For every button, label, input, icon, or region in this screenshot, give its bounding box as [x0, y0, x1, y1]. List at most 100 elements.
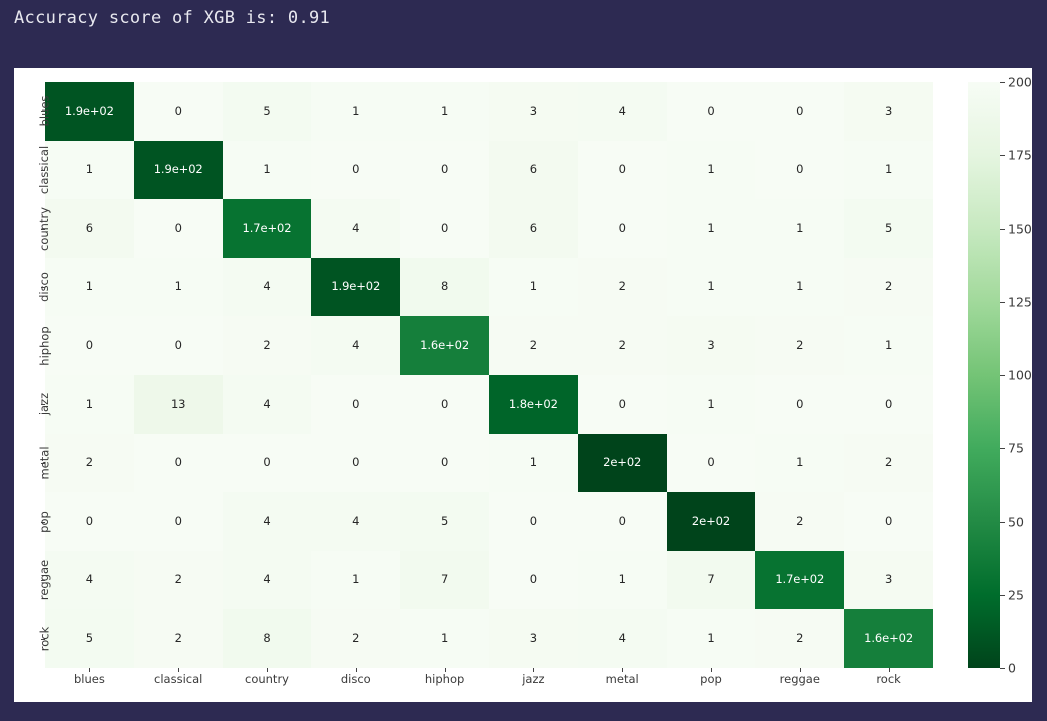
- heatmap-cell: 2: [311, 609, 401, 668]
- colorbar-tick-mark: [1000, 594, 1005, 596]
- heatmap-cell-value: 0: [796, 103, 804, 118]
- heatmap-cell-value: 5: [884, 220, 893, 235]
- heatmap-cell: 0: [400, 374, 489, 434]
- heatmap-cell: 0: [577, 374, 667, 434]
- heatmap-cell: 2: [844, 257, 933, 317]
- x-tick-classical: classical: [134, 672, 223, 686]
- heatmap-cell: 1: [666, 374, 756, 434]
- colorbar-tick-mark: [1000, 668, 1005, 669]
- heatmap-cell-value: 2: [85, 455, 93, 470]
- y-tick-mark: [41, 638, 45, 640]
- heatmap-cell-value: 2: [884, 455, 893, 470]
- heatmap-cell: 3: [489, 609, 578, 668]
- heatmap-cell: 0: [844, 492, 933, 551]
- heatmap-cell-value: 1: [618, 572, 626, 587]
- heatmap-cell-value: 1: [440, 103, 449, 118]
- y-tick-mark: [41, 111, 45, 113]
- x-tick-mark: [622, 668, 624, 672]
- heatmap-cell-value: 0: [85, 337, 93, 352]
- x-tick-label: blues: [73, 672, 105, 686]
- heatmap-cell: 1: [666, 609, 756, 668]
- heatmap-cell-value: 2: [796, 337, 804, 352]
- x-tick-label: disco: [340, 672, 371, 686]
- heatmap-cell-value: 1: [85, 279, 93, 294]
- x-tick-rock: rock: [844, 672, 933, 686]
- heatmap-cell: 1: [577, 550, 667, 610]
- heatmap-cell: 0: [755, 374, 845, 434]
- heatmap-cell-value: 2: [263, 337, 271, 352]
- x-tick-pop: pop: [667, 672, 756, 686]
- heatmap-cell-value: 6: [85, 220, 93, 235]
- y-tick-mark: [41, 287, 45, 289]
- x-tick-label: metal: [605, 672, 639, 686]
- heatmap-cell-value: 1: [707, 630, 715, 645]
- heatmap-cell-value: 0: [618, 513, 626, 528]
- heatmap-cell: 2: [222, 316, 312, 375]
- x-tick-label: pop: [700, 672, 722, 686]
- heatmap-cell-value: 1.9e+02: [153, 162, 203, 177]
- heatmap-cell-value: 0: [707, 455, 715, 470]
- heatmap-cell: 1: [489, 257, 578, 317]
- heatmap-cell: 2e+02: [666, 492, 756, 551]
- heatmap-cell-value: 0: [707, 103, 715, 118]
- heatmap-cell-value: 0: [440, 162, 449, 177]
- heatmap-cell: 4: [222, 492, 312, 551]
- heatmap-cell: 1: [311, 82, 401, 141]
- colorbar-tick-mark: [1000, 82, 1005, 83]
- heatmap-cell-value: 0: [440, 396, 449, 411]
- heatmap-cell-value: 3: [884, 572, 893, 587]
- heatmap-cell: 5: [844, 199, 933, 258]
- heatmap-cell-value: 8: [440, 279, 449, 294]
- heatmap-cell-value: 1.6e+02: [864, 630, 914, 645]
- heatmap-cell: 2: [577, 257, 667, 317]
- heatmap-cell-value: 0: [440, 220, 449, 235]
- heatmap-cell-value: 0: [440, 455, 449, 470]
- heatmap-cell: 0: [311, 140, 401, 200]
- heatmap-cell: 2: [489, 316, 578, 375]
- heatmap-cell-value: 0: [884, 513, 893, 528]
- heatmap-cell-value: 6: [529, 162, 537, 177]
- colorbar-tick-label: 100: [1008, 367, 1032, 383]
- y-tick-mark: [41, 169, 45, 171]
- heatmap-cell: 7: [400, 550, 489, 610]
- heatmap-cell-value: 0: [263, 455, 271, 470]
- heatmap-cell: 13: [133, 374, 223, 434]
- heatmap-cell: 3: [844, 82, 933, 141]
- heatmap-cell-value: 0: [174, 103, 182, 118]
- heatmap-cell-value: 2: [529, 337, 537, 352]
- heatmap-cell: 4: [311, 199, 401, 258]
- heatmap-cell-value: 4: [263, 396, 271, 411]
- x-tick-metal: metal: [578, 672, 667, 686]
- heatmap-cell: 0: [133, 316, 223, 375]
- heatmap-cell: 1.6e+02: [400, 316, 489, 375]
- heatmap-cell: 7: [666, 550, 756, 610]
- x-tick-mark: [533, 668, 535, 672]
- heatmap-cell: 0: [400, 199, 489, 258]
- heatmap-cell: 1: [133, 257, 223, 317]
- heatmap-cell-value: 4: [618, 630, 626, 645]
- heatmap-cell: 0: [577, 199, 667, 258]
- heatmap-cell-value: 0: [529, 513, 537, 528]
- heatmap-cell: 2: [755, 316, 845, 375]
- heatmap-cell-value: 1: [352, 103, 360, 118]
- x-tick-country: country: [223, 672, 312, 686]
- heatmap-cell-value: 2: [884, 279, 893, 294]
- heatmap-cell-value: 1: [707, 279, 715, 294]
- x-tick-mark: [888, 668, 890, 672]
- heatmap-cell-value: 5: [263, 103, 271, 118]
- heatmap-cell-value: 1: [884, 162, 893, 177]
- heatmap-cell: 1: [844, 316, 933, 375]
- heatmap-cell-value: 1: [884, 337, 893, 352]
- x-tick-label: reggae: [779, 672, 820, 686]
- heatmap-cell-value: 6: [529, 220, 537, 235]
- heatmap-cell: 0: [577, 492, 667, 551]
- x-tick-mark: [267, 668, 268, 672]
- colorbar: 0 25 50 75 100 125 150 175 200: [968, 75, 1032, 676]
- page-title: Accuracy score of XGB is: 0.91: [14, 8, 331, 28]
- heatmap-cell-value: 2: [174, 572, 182, 587]
- x-tick-reggae: reggae: [755, 672, 844, 686]
- heatmap-cell: 4: [577, 82, 667, 141]
- x-tick-disco: disco: [311, 672, 400, 686]
- heatmap-grid: 1.9e+02 0 5 1 1 3 4 0 0 3 1 1.9e+02 1 0 0 6 0 1 0 1 6 0 1.7e+0…: [45, 82, 933, 668]
- heatmap-cell-value: 2: [618, 279, 626, 294]
